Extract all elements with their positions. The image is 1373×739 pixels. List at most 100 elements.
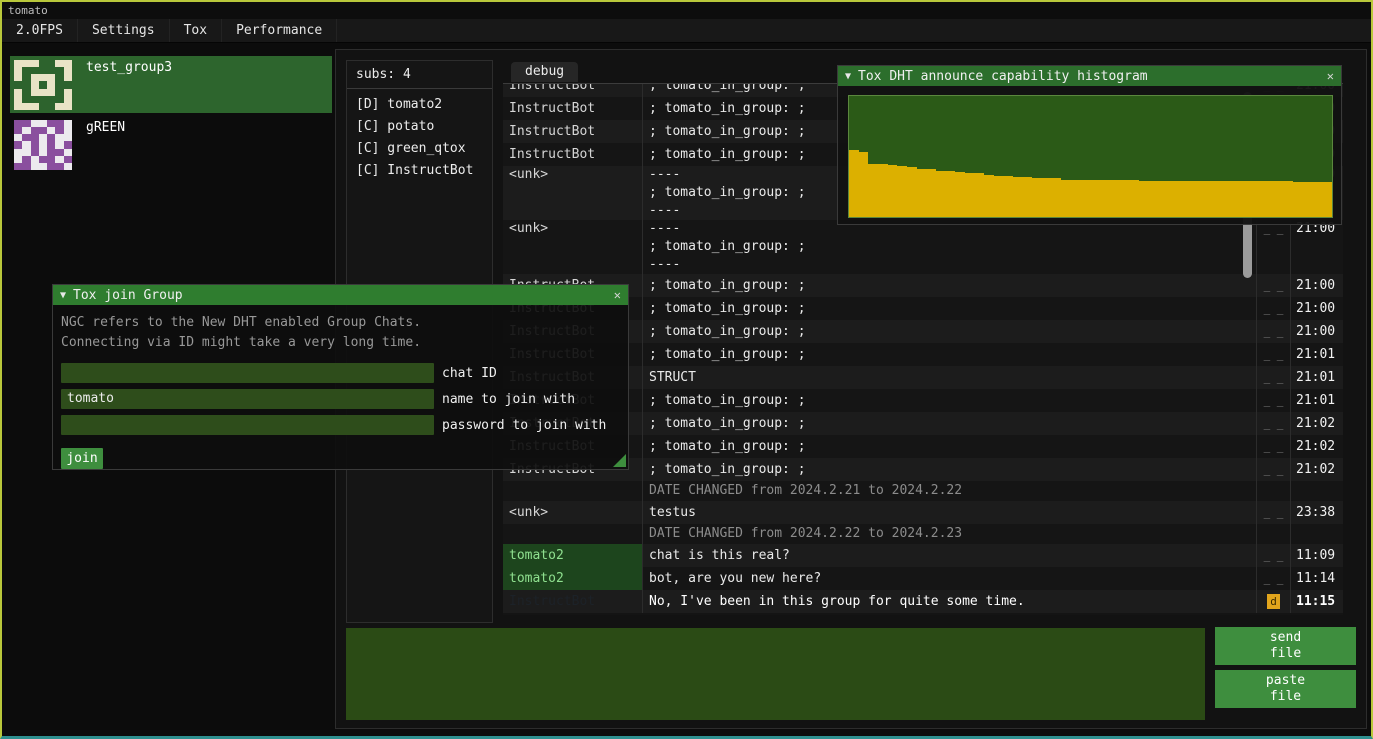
avatar-pixel	[39, 96, 47, 103]
histogram-title: Tox DHT announce capability histogram	[858, 69, 1319, 84]
avatar-pixel	[47, 127, 55, 134]
avatar-pixel	[14, 163, 22, 170]
histogram-bar	[1139, 181, 1149, 217]
chat-row-flags[interactable]: _ _	[1257, 343, 1291, 366]
chat-row-time	[1291, 524, 1341, 544]
close-icon[interactable]: ✕	[614, 288, 621, 302]
chat-row-flags[interactable]: _ _	[1257, 435, 1291, 458]
avatar-pixel	[64, 96, 72, 103]
field-row-chat-id: chat ID	[61, 363, 620, 383]
avatar-pixel	[64, 120, 72, 127]
menu-item-performance[interactable]: Performance	[222, 19, 337, 42]
chat-row-flags[interactable]: _ _	[1257, 389, 1291, 412]
group-name: test_group3	[86, 60, 172, 113]
chat-row-time: 21:02	[1291, 435, 1341, 458]
histogram-bar	[1206, 181, 1216, 217]
avatar-pixel	[64, 67, 72, 74]
chat-message: ; tomato_in_group: ;	[643, 297, 1257, 320]
avatar-pixel	[14, 96, 22, 103]
avatar-pixel	[64, 81, 72, 88]
histogram-bar	[868, 164, 878, 217]
chat-row-name: <unk>	[503, 220, 643, 274]
join-group-titlebar[interactable]: ▼ Tox join Group ✕	[53, 285, 628, 305]
input-chat-id[interactable]	[61, 363, 434, 383]
avatar-pixel	[47, 149, 55, 156]
member-item-c-instructbot[interactable]: [C] InstructBot	[347, 160, 492, 182]
chat-row-name	[503, 524, 643, 544]
avatar-pixel	[22, 163, 30, 170]
chat-row-flags[interactable]: _ _	[1257, 567, 1291, 590]
tab-debug[interactable]: debug	[511, 62, 578, 82]
input-password-to-join-with[interactable]	[61, 415, 434, 435]
input-name-to-join-with[interactable]: tomato	[61, 389, 434, 409]
fps-indicator: 2.0FPS	[2, 19, 78, 42]
chat-row-flags[interactable]: _ _	[1257, 274, 1291, 297]
chat-row-time: 21:00	[1291, 297, 1341, 320]
member-item-c-green-qtox[interactable]: [C] green_qtox	[347, 138, 492, 160]
join-group-body: NGC refers to the New DHT enabled Group …	[53, 305, 628, 477]
chat-row-flags[interactable]: _ _	[1257, 366, 1291, 389]
chat-row-time	[1291, 481, 1341, 501]
menu-item-tox[interactable]: Tox	[170, 19, 222, 42]
member-list: [D] tomato2[C] potato[C] green_qtox[C] I…	[347, 94, 492, 182]
member-item-c-potato[interactable]: [C] potato	[347, 116, 492, 138]
chat-row-flags[interactable]: _ _	[1257, 412, 1291, 435]
chat-row: InstructBot; tomato_in_group: ;_ _21:01	[503, 389, 1343, 412]
chat-row-flags[interactable]: _ _	[1257, 458, 1291, 481]
histogram-bar	[1197, 181, 1207, 217]
chat-message: ---- ; tomato_in_group: ; ----	[643, 220, 1257, 274]
chat-row-flags[interactable]: _ _	[1257, 320, 1291, 343]
resize-grip[interactable]	[613, 454, 626, 467]
avatar-pixel	[22, 81, 30, 88]
chat-row-time: 21:01	[1291, 343, 1341, 366]
histogram-bar	[1032, 178, 1042, 217]
send-file-button[interactable]: send file	[1215, 627, 1356, 665]
chat-row-name: InstructBot	[503, 120, 643, 143]
chat-row-time: 21:01	[1291, 389, 1341, 412]
histogram-bar	[1023, 177, 1033, 217]
group-item-test-group3[interactable]: test_group3	[10, 56, 332, 113]
histogram-bar	[1100, 180, 1110, 218]
chat-row-flags[interactable]: d	[1257, 590, 1291, 613]
avatar-pixel	[39, 74, 47, 81]
chat-row-flags[interactable]: _ _	[1257, 544, 1291, 567]
chat-row-flags[interactable]: _ _	[1257, 501, 1291, 524]
join-group-window: ▼ Tox join Group ✕ NGC refers to the New…	[52, 284, 629, 470]
chat-row-flags	[1257, 481, 1291, 501]
message-input[interactable]	[346, 628, 1205, 720]
collapse-arrow-icon[interactable]: ▼	[845, 71, 851, 82]
avatar-pixel	[39, 103, 47, 110]
avatar-pixel	[22, 149, 30, 156]
histogram-plot	[848, 95, 1333, 218]
histogram-bar	[1071, 180, 1081, 218]
avatar-pixel	[22, 127, 30, 134]
avatar-pixel	[47, 120, 55, 127]
avatar-pixel	[64, 156, 72, 163]
join-button[interactable]: join	[61, 448, 103, 469]
member-item-d-tomato2[interactable]: [D] tomato2	[347, 94, 492, 116]
histogram-bar	[1177, 181, 1187, 217]
histogram-bar	[936, 171, 946, 217]
histogram-titlebar[interactable]: ▼ Tox DHT announce capability histogram …	[838, 66, 1341, 86]
chat-row-time: 21:02	[1291, 412, 1341, 435]
window-titlebar[interactable]: tomato	[2, 2, 1371, 19]
group-item-green[interactable]: gREEN	[10, 116, 332, 173]
members-header: subs: 4	[347, 67, 492, 89]
collapse-arrow-icon[interactable]: ▼	[60, 290, 66, 301]
avatar-pixel	[39, 156, 47, 163]
avatar-pixel	[55, 156, 63, 163]
histogram-bar	[1216, 181, 1226, 217]
chat-row-flags[interactable]: _ _	[1257, 220, 1291, 274]
chat-row-flags	[1257, 524, 1291, 544]
chat-row: tomato2bot, are you new here?_ _11:14	[503, 567, 1343, 590]
join-fields: chat IDtomatoname to join withpassword t…	[61, 363, 620, 435]
menu-item-settings[interactable]: Settings	[78, 19, 170, 42]
chat-row: InstructBot; tomato_in_group: ;_ _21:02	[503, 412, 1343, 435]
chat-row-flags[interactable]: _ _	[1257, 297, 1291, 320]
paste-file-button[interactable]: paste file	[1215, 670, 1356, 708]
chat-row-system: DATE CHANGED from 2024.2.22 to 2024.2.23	[503, 524, 1343, 544]
close-icon[interactable]: ✕	[1327, 69, 1334, 83]
avatar-pixel	[55, 134, 63, 141]
histogram-bar	[907, 167, 917, 217]
avatar-pixel	[31, 156, 39, 163]
